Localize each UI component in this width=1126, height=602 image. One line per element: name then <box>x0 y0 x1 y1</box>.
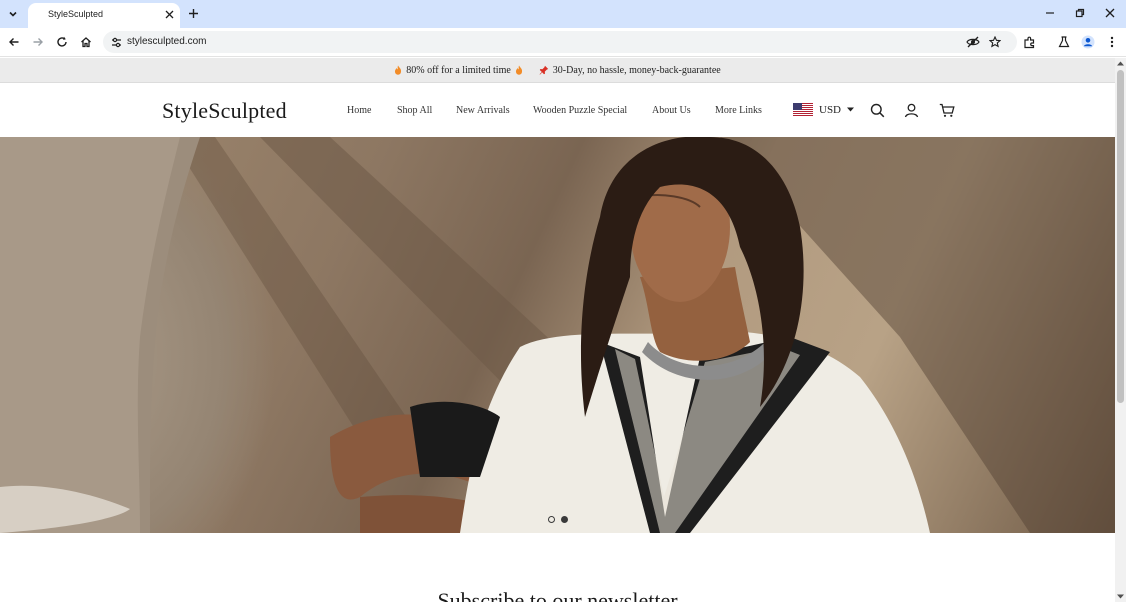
nav-more-links[interactable]: More Links <box>715 105 762 116</box>
plus-icon[interactable] <box>186 6 200 20</box>
slide-dot[interactable] <box>548 516 555 523</box>
slide-dot[interactable] <box>561 516 568 523</box>
offer-text: 80% off for a limited time <box>406 64 511 76</box>
currency-label: USD <box>819 103 842 116</box>
eye-off-icon[interactable] <box>965 34 981 50</box>
user-icon[interactable] <box>902 101 920 119</box>
tab-title: StyleSculpted <box>48 9 104 19</box>
forward-arrow-icon[interactable] <box>29 33 47 51</box>
kebab-menu-icon[interactable] <box>1103 33 1121 51</box>
profile-icon[interactable] <box>1079 33 1097 51</box>
pushpin-icon <box>539 65 548 75</box>
flask-icon[interactable] <box>1055 33 1073 51</box>
newsletter-title: Subscribe to our newsletter <box>437 588 678 602</box>
puzzle-icon[interactable] <box>1020 33 1038 51</box>
slideshow-pagination <box>548 516 568 523</box>
browser-tab[interactable]: StyleSculpted <box>28 3 180 28</box>
nav-wooden-puzzle-special[interactable]: Wooden Puzzle Special <box>533 105 627 116</box>
nav-home[interactable]: Home <box>347 105 371 116</box>
us-flag-icon <box>793 103 813 116</box>
scroll-down-icon[interactable] <box>1117 593 1124 600</box>
restore-icon[interactable] <box>1072 5 1088 21</box>
fire-icon <box>515 65 522 75</box>
hero-slideshow[interactable] <box>0 137 1115 533</box>
fire-icon <box>395 65 402 75</box>
page-scrollbar[interactable] <box>1115 58 1126 602</box>
search-icon[interactable] <box>868 101 886 119</box>
back-arrow-icon[interactable] <box>5 33 23 51</box>
site-logo[interactable]: StyleSculpted <box>162 98 287 124</box>
close-icon[interactable] <box>162 7 176 21</box>
chevron-down-icon[interactable] <box>4 5 22 23</box>
tune-icon[interactable] <box>108 34 124 50</box>
scrollbar-thumb[interactable] <box>1117 70 1124 403</box>
guarantee-text: 30-Day, no hassle, money-back-guarantee <box>552 64 721 76</box>
address-url: stylesculpted.com <box>127 36 207 47</box>
browser-tab-strip: StyleSculpted <box>0 0 1126 28</box>
home-icon[interactable] <box>77 33 95 51</box>
site-header: StyleSculpted Home Shop All New Arrivals… <box>0 84 1115 137</box>
announcement-bar: 80% off for a limited time 30-Day, no ha… <box>0 58 1115 83</box>
nav-about-us[interactable]: About Us <box>652 105 691 116</box>
cart-icon[interactable] <box>938 101 956 119</box>
reload-icon[interactable] <box>53 33 71 51</box>
address-bar[interactable]: stylesculpted.com <box>103 31 1017 53</box>
web-page: 80% off for a limited time 30-Day, no ha… <box>0 58 1115 602</box>
currency-selector[interactable]: USD <box>793 103 855 116</box>
scroll-up-icon[interactable] <box>1117 60 1124 67</box>
nav-new-arrivals[interactable]: New Arrivals <box>456 105 510 116</box>
nav-shop-all[interactable]: Shop All <box>397 105 432 116</box>
star-icon[interactable] <box>987 34 1003 50</box>
minimize-icon[interactable] <box>1042 5 1058 21</box>
browser-toolbar: stylesculpted.com <box>0 28 1126 57</box>
caret-down-icon <box>847 107 855 112</box>
close-icon[interactable] <box>1102 5 1118 21</box>
hero-image <box>0 137 1115 533</box>
